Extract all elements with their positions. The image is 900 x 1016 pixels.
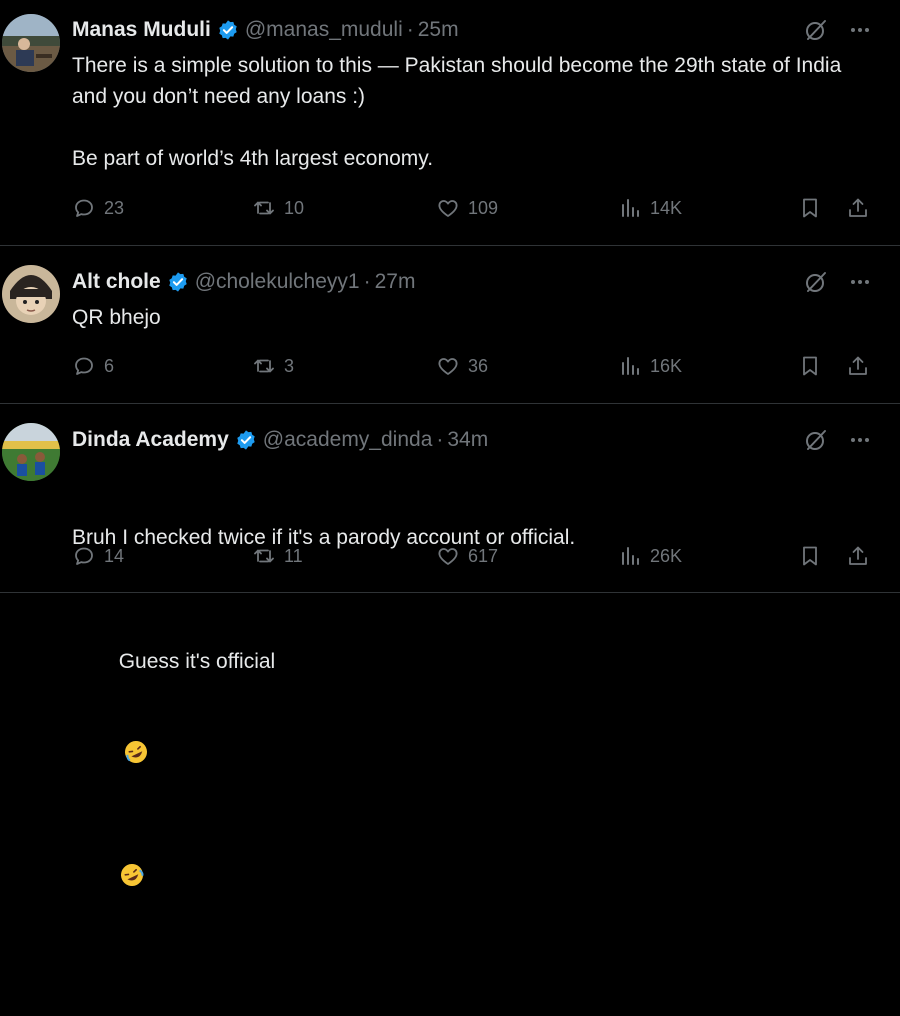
repost-icon [254, 549, 274, 563]
tweet-actions: 23 10 109 14K [72, 196, 872, 224]
like-count: 109 [468, 197, 499, 218]
like-button[interactable]: 617 [436, 544, 498, 568]
repost-count: 11 [284, 545, 303, 566]
bookmark-button[interactable] [798, 544, 830, 568]
avatar[interactable] [2, 14, 60, 72]
analytics-icon [622, 357, 639, 375]
separator-dot: · [436, 428, 444, 451]
display-name[interactable]: Dinda Academy [72, 428, 229, 452]
analytics-icon [622, 199, 639, 217]
heart-icon [438, 200, 458, 217]
views-button[interactable]: 26K [618, 544, 682, 568]
view-count: 14K [650, 197, 683, 218]
grok-icon[interactable] [804, 428, 828, 452]
tweet-3[interactable]: Dinda Academy @academy_dinda · 34m Bruh … [0, 404, 900, 886]
tweet-text: QR bhejo [72, 306, 161, 329]
grok-icon[interactable] [804, 270, 828, 294]
repost-button[interactable]: 3 [252, 354, 294, 378]
verified-badge-icon [217, 19, 239, 41]
reply-icon [75, 547, 93, 565]
share-button[interactable] [846, 354, 878, 378]
tweet-header: Alt chole @cholekulcheyy1 · 27m [72, 270, 415, 294]
tweet-top-actions [804, 18, 872, 42]
rolling-on-floor-laughing-emoji-icon [123, 677, 149, 763]
share-button[interactable] [846, 196, 878, 220]
reply-button[interactable]: 14 [72, 544, 124, 568]
more-icon[interactable] [848, 270, 872, 294]
share-icon [849, 198, 867, 217]
like-count: 36 [468, 355, 489, 376]
reply-count: 23 [104, 197, 125, 218]
view-count: 16K [650, 355, 683, 376]
reply-count: 6 [104, 355, 115, 376]
tweet-top-actions [804, 428, 872, 452]
bookmark-icon [803, 546, 817, 566]
rolling-on-floor-laughing-emoji-icon [119, 800, 145, 886]
bookmark-button[interactable] [798, 196, 830, 220]
views-button[interactable]: 14K [618, 196, 682, 220]
timestamp[interactable]: 34m [447, 428, 488, 452]
repost-button[interactable]: 10 [252, 196, 304, 220]
handle[interactable]: @manas_muduli [245, 18, 403, 42]
more-icon[interactable] [848, 18, 872, 42]
more-icon[interactable] [848, 428, 872, 452]
avatar[interactable] [2, 423, 60, 481]
timestamp[interactable]: 27m [375, 270, 416, 294]
verified-badge-icon [235, 429, 257, 451]
tweet-text-line: Guess it's official [72, 615, 882, 954]
divider [0, 592, 900, 593]
avatar[interactable] [2, 265, 60, 323]
separator-dot: · [363, 270, 371, 293]
like-button[interactable]: 36 [436, 354, 488, 378]
timestamp[interactable]: 25m [418, 18, 459, 42]
tweet-actions: 14 11 617 26K [72, 544, 872, 572]
bookmark-button[interactable] [798, 354, 830, 378]
view-count: 26K [650, 545, 683, 566]
tweet-1[interactable]: Manas Muduli @manas_muduli · 25m There i… [0, 0, 900, 245]
repost-button[interactable]: 11 [252, 544, 303, 568]
tweet-top-actions [804, 270, 872, 294]
tweet-text: There is a simple solution to this — Pak… [72, 54, 842, 170]
verified-badge-icon [167, 271, 189, 293]
handle[interactable]: @cholekulcheyy1 [195, 270, 360, 294]
tweet-text-segment: Guess it's official [118, 650, 276, 673]
reply-icon [75, 357, 93, 375]
grok-icon[interactable] [804, 18, 828, 42]
tweet-2[interactable]: Alt chole @cholekulcheyy1 · 27m QR bhejo… [0, 246, 900, 403]
like-button[interactable]: 109 [436, 196, 498, 220]
reply-feed: Manas Muduli @manas_muduli · 25m There i… [0, 0, 900, 886]
tweet-header: Manas Muduli @manas_muduli · 25m [72, 18, 459, 42]
share-button[interactable] [846, 544, 878, 568]
reply-icon [75, 199, 93, 217]
handle[interactable]: @academy_dinda [263, 428, 433, 452]
reply-button[interactable]: 23 [72, 196, 124, 220]
heart-icon [438, 548, 458, 565]
repost-icon [254, 359, 274, 373]
repost-icon [254, 201, 274, 215]
repost-count: 3 [284, 355, 295, 376]
views-button[interactable]: 16K [618, 354, 682, 378]
tweet-header: Dinda Academy @academy_dinda · 34m [72, 428, 488, 452]
separator-dot: · [406, 18, 414, 41]
share-icon [849, 356, 867, 375]
display-name[interactable]: Alt chole [72, 270, 161, 294]
display-name[interactable]: Manas Muduli [72, 18, 211, 42]
reply-count: 14 [104, 545, 125, 566]
analytics-icon [622, 547, 639, 565]
reply-button[interactable]: 6 [72, 354, 114, 378]
heart-icon [438, 358, 458, 375]
repost-count: 10 [284, 197, 305, 218]
like-count: 617 [468, 545, 499, 566]
bookmark-icon [803, 356, 817, 376]
tweet-actions: 6 3 36 16K [72, 354, 872, 382]
share-icon [849, 546, 867, 565]
bookmark-icon [803, 198, 817, 218]
